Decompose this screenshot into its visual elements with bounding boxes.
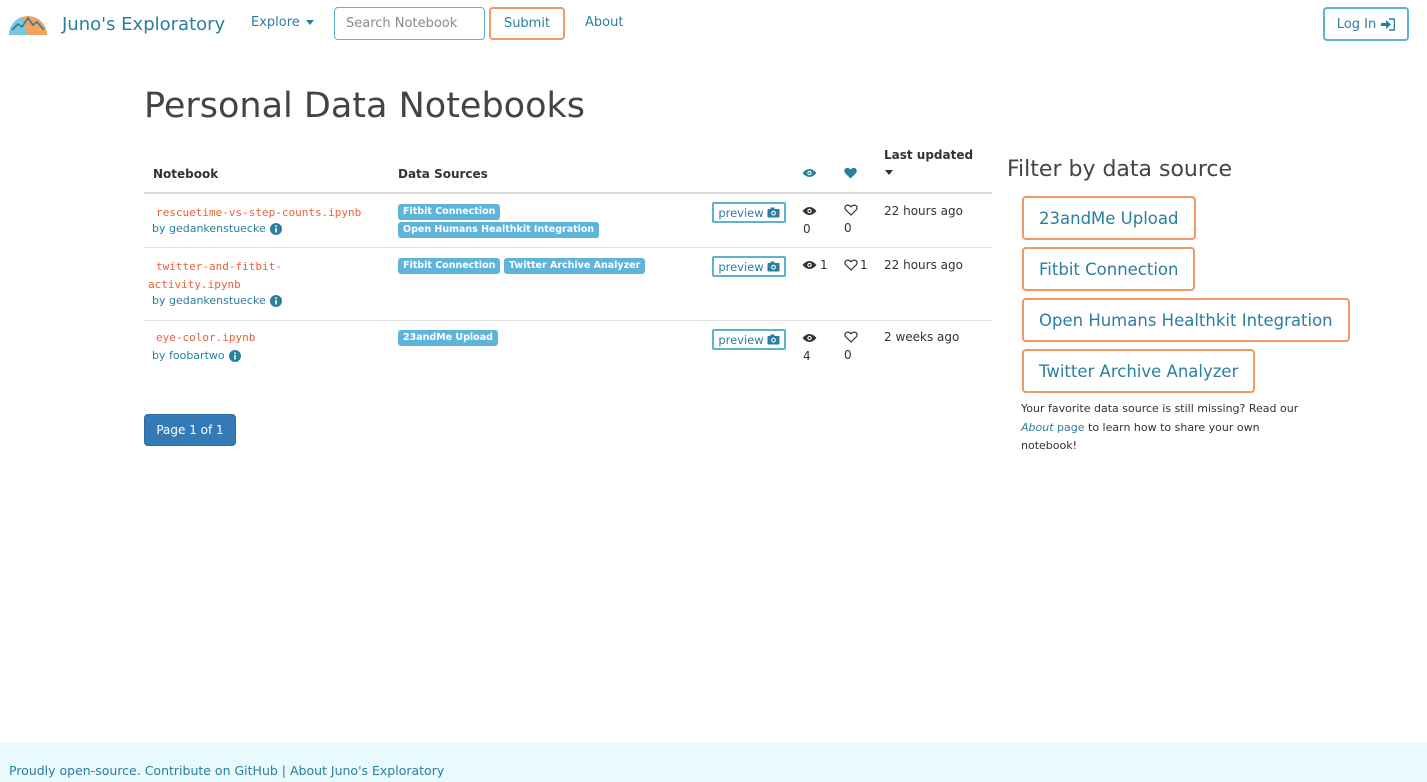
source-badge[interactable]: Open Humans Healthkit Integration	[398, 222, 600, 238]
source-badge[interactable]: Fitbit Connection	[398, 258, 501, 274]
about-page-link-italic: About	[1021, 420, 1054, 434]
views-value: 4	[803, 349, 811, 363]
header-likes[interactable]	[844, 167, 857, 182]
source-badge[interactable]: 23andMe Upload	[398, 330, 498, 346]
navbar: Juno's Exploratory Explore Submit About …	[0, 0, 1427, 48]
row-divider	[144, 247, 992, 248]
sort-caret-icon	[885, 170, 893, 175]
login-label: Log In	[1336, 16, 1377, 32]
source-badge[interactable]: Fitbit Connection	[398, 204, 501, 220]
header-notebook: Notebook	[153, 167, 219, 181]
sign-in-icon	[1381, 17, 1396, 31]
preview-button[interactable]: preview	[712, 202, 786, 223]
header-last-updated[interactable]: Last updated	[884, 148, 973, 179]
header-data-sources: Data Sources	[398, 167, 488, 181]
info-icon	[228, 349, 241, 362]
caret-down-icon	[305, 20, 314, 25]
filter-note: Your favorite data source is still missi…	[1021, 400, 1301, 456]
likes-value: 0	[844, 348, 852, 362]
about-link[interactable]: About	[585, 15, 623, 30]
last-updated: 22 hours ago	[884, 204, 963, 218]
submit-button[interactable]: Submit	[489, 7, 565, 40]
preview-label: preview	[718, 205, 764, 220]
eye-icon	[802, 169, 817, 177]
header-views[interactable]	[802, 167, 817, 181]
about-page-link-rest: page	[1053, 420, 1085, 434]
camera-icon	[767, 261, 780, 272]
preview-label: preview	[718, 332, 764, 347]
footer: Proudly open-source. Contribute on GitHu…	[0, 743, 1427, 782]
views-value: 0	[803, 222, 811, 236]
author-label: by gedankenstuecke	[152, 222, 266, 235]
likes-value: 0	[844, 221, 852, 235]
heart-outline-icon	[844, 204, 858, 216]
heart-outline-icon	[844, 259, 858, 271]
notebook-name-line2: activity.ipynb	[148, 278, 241, 291]
heart-icon	[844, 167, 857, 179]
notebook-author[interactable]: by gedankenstuecke	[152, 294, 282, 307]
filter-button-open-humans-healthkit[interactable]: Open Humans Healthkit Integration	[1022, 298, 1350, 342]
views-count: 0	[802, 205, 817, 236]
last-updated: 22 hours ago	[884, 258, 963, 272]
views-count: 1	[802, 258, 828, 272]
preview-label: preview	[718, 259, 764, 274]
filter-title: Filter by data source	[1007, 157, 1233, 182]
notebook-author[interactable]: by gedankenstuecke	[152, 222, 282, 235]
brand-name: Juno's Exploratory	[62, 13, 226, 35]
footer-about-link[interactable]: About Juno's Exploratory	[290, 763, 444, 778]
camera-icon	[767, 334, 780, 345]
filter-note-text: Your favorite data source is still missi…	[1021, 402, 1299, 415]
pagination-button[interactable]: Page 1 of 1	[144, 414, 236, 446]
author-label: by foobartwo	[152, 349, 225, 362]
info-icon	[269, 222, 282, 235]
footer-separator: |	[277, 763, 290, 778]
filter-button-twitter-archive-analyzer[interactable]: Twitter Archive Analyzer	[1022, 349, 1256, 393]
footer-text: Proudly open-source. Contribute on GitHu…	[9, 763, 444, 778]
eye-icon	[802, 334, 817, 342]
explore-dropdown[interactable]: Explore	[251, 15, 314, 30]
likes-count[interactable]: 1	[844, 258, 868, 272]
header-divider	[144, 192, 992, 194]
views-value: 1	[820, 258, 828, 272]
notebook-name[interactable]: eye-color.ipynb	[156, 329, 386, 347]
eye-icon	[802, 261, 817, 269]
search-input[interactable]	[334, 7, 485, 40]
filter-button-fitbit-connection[interactable]: Fitbit Connection	[1022, 247, 1196, 291]
header-last-updated-label: Last updated	[884, 148, 974, 162]
about-page-link[interactable]: About page	[1021, 421, 1085, 434]
likes-count[interactable]: 0	[844, 204, 858, 235]
info-icon	[269, 294, 282, 307]
author-label: by gedankenstuecke	[152, 294, 266, 307]
views-count: 4	[802, 332, 817, 363]
notebook-name[interactable]: rescuetime-vs-step-counts.ipynb	[156, 204, 386, 222]
likes-value: 1	[860, 258, 868, 272]
brand-link[interactable]: Juno's Exploratory	[8, 10, 225, 38]
juno-logo-icon	[9, 16, 47, 35]
source-badge[interactable]: Twitter Archive Analyzer	[504, 258, 646, 274]
row-divider	[144, 320, 992, 321]
page-title: Personal Data Notebooks	[144, 86, 586, 126]
explore-label: Explore	[251, 15, 300, 30]
notebook-author[interactable]: by foobartwo	[152, 349, 241, 362]
footer-prefix: Proudly open-source.	[9, 763, 145, 778]
github-link[interactable]: Contribute on GitHub	[145, 763, 278, 778]
login-button[interactable]: Log In	[1323, 7, 1409, 41]
preview-button[interactable]: preview	[712, 256, 786, 277]
filter-button-23andme-upload[interactable]: 23andMe Upload	[1022, 196, 1196, 240]
preview-button[interactable]: preview	[712, 329, 786, 350]
eye-icon	[802, 207, 817, 215]
last-updated: 2 weeks ago	[884, 330, 960, 344]
likes-count[interactable]: 0	[844, 331, 858, 362]
camera-icon	[767, 207, 780, 218]
notebook-name[interactable]: twitter-and-fitbit-activity.ipynb	[148, 258, 302, 294]
notebook-name-line1: twitter-and-fitbit-	[156, 260, 282, 273]
heart-outline-icon	[844, 331, 858, 343]
